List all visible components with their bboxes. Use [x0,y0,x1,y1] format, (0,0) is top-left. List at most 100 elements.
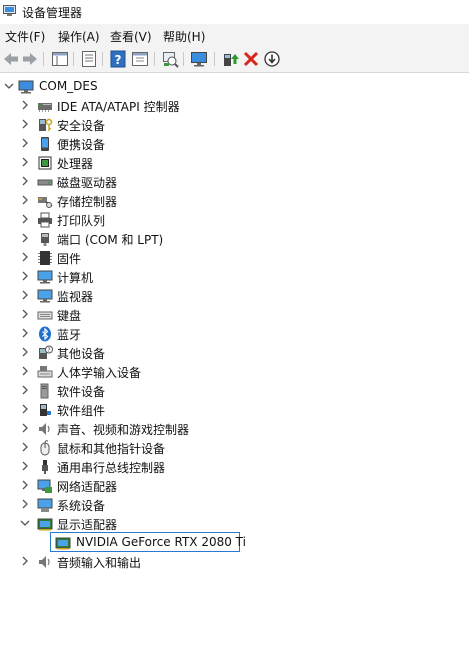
device-tree[interactable]: COM_DES IDE ATA/ATAPI 控制器 安全设备便携设备 处理器 磁盘驱动器… [0,73,469,656]
expand-chevron-icon[interactable] [20,385,30,395]
firmware-icon [37,250,53,266]
tree-category[interactable]: 存储控制器 [0,191,469,210]
storage-controller-icon [37,193,53,209]
tree-category[interactable]: 便携设备 [0,134,469,153]
tree-category[interactable]: 磁盘驱动器 [0,172,469,191]
print-queue-icon [37,212,53,228]
svg-text:?: ? [47,347,50,354]
tree-category[interactable]: 键盘 [0,305,469,324]
expand-chevron-icon[interactable] [20,366,30,376]
help-icon[interactable]: ? [109,50,127,68]
tree-item-label: 软件组件 [57,404,106,418]
expand-chevron-icon[interactable] [20,290,30,300]
tree-item-label: 鼠标和其他指针设备 [57,442,166,456]
expand-chevron-icon[interactable] [20,461,30,471]
tree-item-label: 人体学输入设备 [57,366,142,380]
view-icon[interactable] [131,50,149,68]
collapse-chevron-icon[interactable] [20,518,30,528]
tree-item-label: 便携设备 [57,138,106,152]
device-manager-app-icon [3,5,16,17]
tree-category[interactable]: 端口 (COM 和 LPT) [0,229,469,248]
expand-chevron-icon[interactable] [20,442,30,452]
toolbar-separator [43,52,44,66]
ide-controller-icon [37,98,53,114]
expand-chevron-icon[interactable] [20,556,30,566]
tree-category[interactable]: 监视器 [0,286,469,305]
tree-item-label: 网络适配器 [57,480,118,494]
properties-icon[interactable] [80,50,98,68]
tree-item-label: 音频输入和输出 [57,556,142,570]
tree-category[interactable]: 鼠标和其他指针设备 [0,438,469,457]
tree-category[interactable]: 网络适配器 [0,476,469,495]
tree-category[interactable]: 人体学输入设备 [0,362,469,381]
monitor-icon[interactable] [190,50,208,68]
sound-icon [37,421,53,437]
tree-category[interactable]: 显示适配器 [0,514,469,533]
expand-chevron-icon[interactable] [20,100,30,110]
audio-io-icon [37,554,53,570]
tree-category[interactable]: 软件设备 [0,381,469,400]
expand-chevron-icon[interactable] [20,233,30,243]
processor-icon [37,155,53,171]
expand-chevron-icon[interactable] [20,328,30,338]
tree-root[interactable]: COM_DES [0,77,469,96]
uninstall-icon[interactable] [242,50,260,68]
bluetooth-icon [37,326,53,342]
menu-action[interactable]: 操作(A) [58,28,100,45]
toolbar-separator [183,52,184,66]
tree-category[interactable]: 蓝牙 [0,324,469,343]
tree-item-label: 显示适配器 [57,518,118,532]
toolbar-separator [73,52,74,66]
tree-item-label: 端口 (COM 和 LPT) [57,233,164,247]
tree-item-label: 打印队列 [57,214,106,228]
show-hide-tree-icon[interactable] [51,50,69,68]
expand-chevron-icon[interactable] [20,214,30,224]
scan-hardware-icon[interactable] [161,50,179,68]
expand-chevron-icon[interactable] [20,195,30,205]
tree-category[interactable]: 安全设备 [0,115,469,134]
expand-chevron-icon[interactable] [20,423,30,433]
tree-category[interactable]: IDE ATA/ATAPI 控制器 [0,96,469,115]
expand-chevron-icon[interactable] [20,271,30,281]
expand-chevron-icon[interactable] [20,176,30,186]
back-icon[interactable] [2,50,20,68]
tree-category[interactable]: 打印队列 [0,210,469,229]
software-device-icon [37,383,53,399]
menu-help[interactable]: 帮助(H) [163,28,205,45]
expand-chevron-icon[interactable] [20,252,30,262]
root-computer-icon [18,79,34,95]
menu-file[interactable]: 文件(F) [5,28,45,45]
mouse-icon [37,440,53,456]
keyboard-icon [37,307,53,323]
disk-drive-icon [37,174,53,190]
toolbar: ? [0,46,469,73]
expand-chevron-icon[interactable] [20,347,30,357]
tree-category[interactable]: 处理器 [0,153,469,172]
software-component-icon [37,402,53,418]
other-devices-icon: ? [37,345,53,361]
expand-chevron-icon[interactable] [20,119,30,129]
forward-icon[interactable] [21,50,39,68]
tree-item-label: COM_DES [39,79,98,93]
disable-icon[interactable] [263,50,281,68]
tree-category[interactable]: 通用串行总线控制器 [0,457,469,476]
update-driver-icon[interactable] [221,50,239,68]
tree-category[interactable]: 计算机 [0,267,469,286]
tree-category[interactable]: ? 其他设备 [0,343,469,362]
expand-chevron-icon[interactable] [20,138,30,148]
tree-item-label: NVIDIA GeForce RTX 2080 Ti [76,535,246,549]
tree-device[interactable]: NVIDIA GeForce RTX 2080 Ti [0,532,469,552]
tree-category[interactable]: 声音、视频和游戏控制器 [0,419,469,438]
tree-category[interactable]: 固件 [0,248,469,267]
expand-chevron-icon[interactable] [20,157,30,167]
expand-chevron-icon[interactable] [20,499,30,509]
expand-chevron-icon[interactable] [20,480,30,490]
menu-view[interactable]: 查看(V) [110,28,152,45]
expand-chevron-icon[interactable] [20,404,30,414]
tree-category[interactable]: 软件组件 [0,400,469,419]
title-bar: 设备管理器 [0,0,469,24]
tree-category[interactable]: 系统设备 [0,495,469,514]
tree-category[interactable]: 音频输入和输出 [0,552,469,571]
expand-chevron-icon[interactable] [20,309,30,319]
collapse-chevron-icon[interactable] [4,81,14,91]
